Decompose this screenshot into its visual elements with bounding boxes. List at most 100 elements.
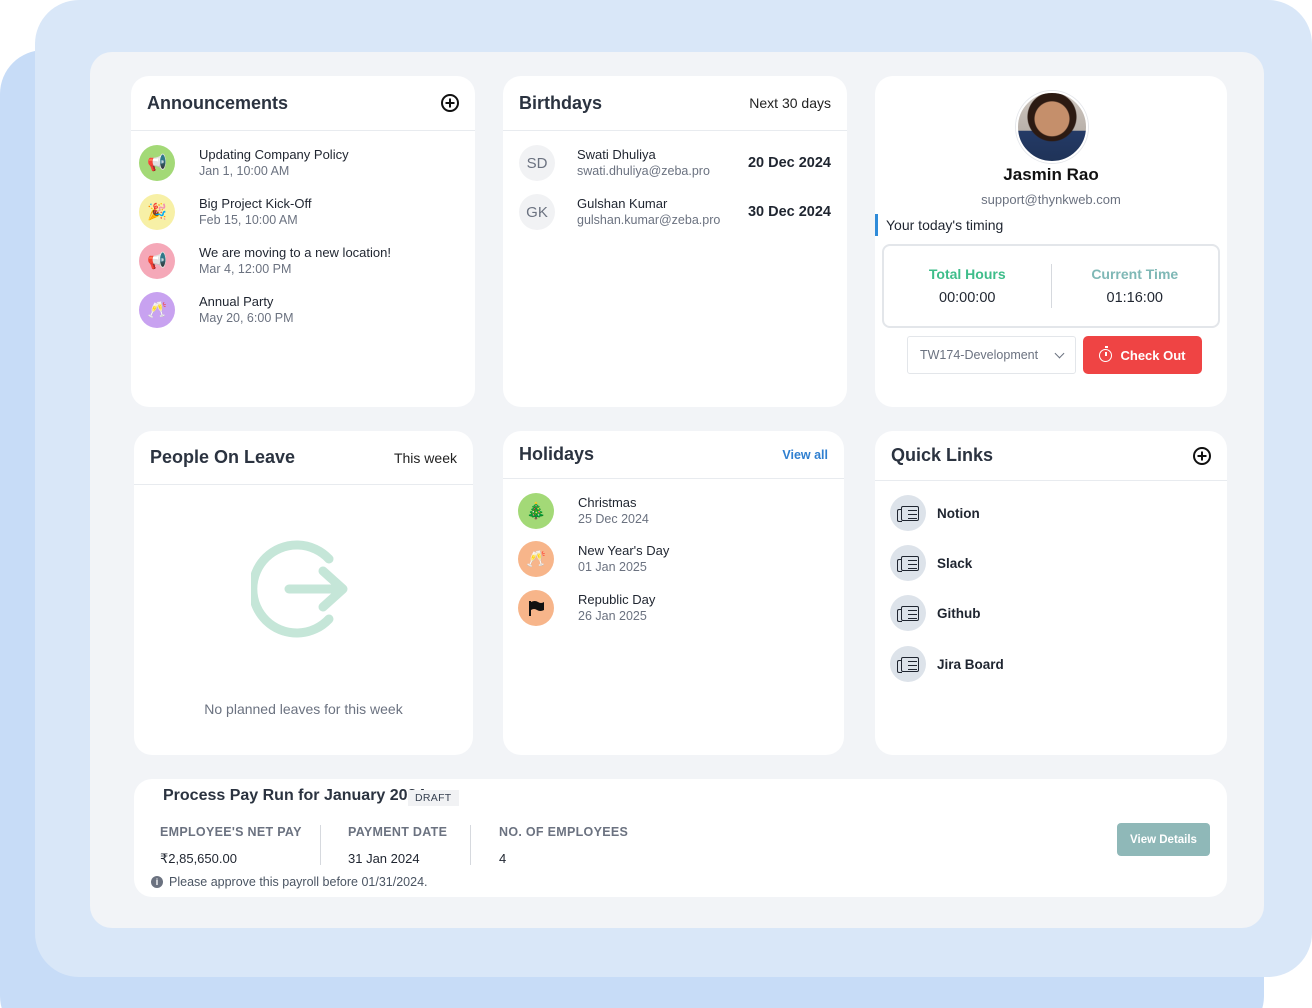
holiday-name: Christmas — [578, 495, 637, 510]
announcement-date: Jan 1, 10:00 AM — [199, 164, 290, 178]
birthdays-header: Birthdays Next 30 days — [503, 76, 847, 131]
quick-links-title: Quick Links — [891, 445, 994, 465]
add-quick-link-icon[interactable] — [1193, 446, 1211, 465]
announcement-title: We are moving to a new location! — [199, 245, 391, 260]
leave-title: People On Leave — [150, 447, 296, 467]
current-time-value: 01:16:00 — [1106, 290, 1163, 306]
quick-link-label: Notion — [937, 505, 980, 521]
list-item[interactable]: 🎉 Big Project Kick-Off Feb 15, 10:00 AM — [139, 194, 311, 230]
info-icon: i — [151, 876, 163, 888]
employees-label: NO. OF EMPLOYEES — [499, 825, 629, 839]
birthday-date: 30 Dec 2024 — [747, 204, 831, 220]
payrun-note: i Please approve this payroll before 01/… — [151, 875, 428, 889]
announcements-title: Announcements — [147, 92, 289, 113]
birthdays-title: Birthdays — [519, 92, 603, 113]
avatar[interactable] — [1016, 91, 1088, 163]
timing-label: Your today's timing — [875, 214, 1003, 236]
list-item[interactable]: GK Gulshan Kumar gulshan.kumar@zeba.pro … — [519, 194, 831, 230]
cheers-icon: 🥂 — [518, 541, 554, 577]
payment-date-label: PAYMENT DATE — [348, 825, 448, 839]
holiday-name: Republic Day — [578, 592, 656, 607]
holiday-name: New Year's Day — [578, 543, 670, 558]
quick-link-label: Jira Board — [937, 656, 1004, 672]
view-details-button[interactable]: View Details — [1117, 823, 1210, 856]
flag-icon — [518, 590, 554, 626]
payrun-card: Process Pay Run for January 2024 DRAFT E… — [134, 779, 1227, 897]
newspaper-icon — [890, 545, 926, 581]
add-announcement-icon[interactable] — [441, 94, 459, 112]
announcements-header: Announcements — [131, 76, 475, 131]
quick-link-item[interactable]: Slack — [890, 545, 972, 581]
birthday-email: swati.dhuliya@zeba.pro — [577, 164, 710, 178]
check-out-button[interactable]: Check Out — [1083, 336, 1202, 374]
stopwatch-icon — [1099, 345, 1113, 362]
list-item[interactable]: Republic Day 26 Jan 2025 — [518, 590, 655, 626]
birthday-email: gulshan.kumar@zeba.pro — [577, 213, 721, 227]
total-hours-value: 00:00:00 — [939, 290, 996, 306]
cheers-icon: 🥂 — [139, 292, 175, 328]
net-pay-value: ₹2,85,650.00 — [160, 851, 237, 866]
list-item[interactable]: 🥂 New Year's Day 01 Jan 2025 — [518, 541, 669, 577]
profile-name: Jasmin Rao — [1003, 165, 1099, 184]
announcement-title: Big Project Kick-Off — [199, 196, 312, 211]
quick-link-item[interactable]: Github — [890, 595, 981, 631]
leave-range: This week — [393, 449, 457, 466]
list-item[interactable]: 📢 We are moving to a new location! Mar 4… — [139, 243, 391, 279]
megaphone-icon: 📢 — [139, 145, 175, 181]
status-badge: DRAFT — [408, 790, 459, 806]
avatar: GK — [519, 194, 555, 230]
birthday-name: Gulshan Kumar — [577, 196, 668, 211]
employees-block: NO. OF EMPLOYEES 4 — [499, 825, 628, 866]
timing-box: Total Hours 00:00:00 Current Time 01:16:… — [882, 244, 1220, 328]
newspaper-icon — [890, 646, 926, 682]
birthdays-range: Next 30 days — [749, 95, 831, 111]
net-pay-block: EMPLOYEE'S NET PAY ₹2,85,650.00 — [160, 825, 302, 867]
announcement-date: Feb 15, 10:00 AM — [199, 213, 298, 227]
payment-date-block: PAYMENT DATE 31 Jan 2024 — [348, 825, 447, 866]
holiday-date: 25 Dec 2024 — [578, 512, 649, 526]
quick-link-item[interactable]: Notion — [890, 495, 980, 531]
list-item[interactable]: 🥂 Annual Party May 20, 6:00 PM — [139, 292, 294, 328]
list-item[interactable]: 📢 Updating Company Policy Jan 1, 10:00 A… — [139, 145, 349, 181]
payrun-note-text: Please approve this payroll before 01/31… — [169, 875, 428, 889]
newspaper-icon — [890, 495, 926, 531]
quick-link-item[interactable]: Jira Board — [890, 646, 1004, 682]
employees-value: 4 — [499, 851, 507, 866]
birthdays-card: Birthdays Next 30 days SD Swati Dhuliya … — [503, 76, 847, 407]
holidays-title: Holidays — [519, 444, 595, 464]
payment-date-value: 31 Jan 2024 — [348, 851, 420, 866]
announcement-date: May 20, 6:00 PM — [199, 311, 294, 325]
chevron-down-icon — [1054, 348, 1065, 359]
divider — [470, 825, 471, 865]
leave-header: People On Leave This week — [134, 431, 473, 485]
leave-exit-icon — [251, 540, 348, 638]
profile-card: Jasmin Rao support@thynkweb.com Your tod… — [875, 76, 1227, 407]
birthday-name: Swati Dhuliya — [577, 147, 656, 162]
quick-link-label: Github — [937, 605, 981, 621]
current-time-label: Current Time — [1091, 266, 1179, 282]
party-popper-icon: 🎉 — [139, 194, 175, 230]
list-item[interactable]: 🎄 Christmas 25 Dec 2024 — [518, 493, 649, 529]
quick-links-header: Quick Links — [875, 431, 1227, 481]
holidays-header: Holidays View all — [503, 431, 844, 479]
payrun-title: Process Pay Run for January 2024 — [163, 787, 426, 804]
quick-links-card: Quick Links Notion Slack Github Jira Boa… — [875, 431, 1227, 755]
newspaper-icon — [890, 595, 926, 631]
profile-email: support@thynkweb.com — [981, 192, 1121, 207]
project-select[interactable]: TW174-Development — [907, 336, 1076, 374]
holiday-date: 26 Jan 2025 — [578, 609, 647, 623]
view-all-link[interactable]: View all — [782, 448, 828, 462]
check-out-label: Check Out — [1120, 347, 1186, 363]
quick-link-label: Slack — [937, 555, 973, 571]
announcement-title: Annual Party — [199, 294, 274, 309]
announcement-title: Updating Company Policy — [199, 147, 349, 162]
list-item[interactable]: SD Swati Dhuliya swati.dhuliya@zeba.pro … — [519, 145, 831, 181]
tree-icon: 🎄 — [518, 493, 554, 529]
megaphone-icon: 📢 — [139, 243, 175, 279]
holidays-card: Holidays View all 🎄 Christmas 25 Dec 202… — [503, 431, 844, 755]
holiday-date: 01 Jan 2025 — [578, 560, 647, 574]
birthday-date: 20 Dec 2024 — [747, 155, 831, 171]
project-select-value: TW174-Development — [920, 348, 1039, 362]
dashboard-panel: Announcements 📢 Updating Company Policy … — [90, 52, 1264, 928]
avatar: SD — [519, 145, 555, 181]
